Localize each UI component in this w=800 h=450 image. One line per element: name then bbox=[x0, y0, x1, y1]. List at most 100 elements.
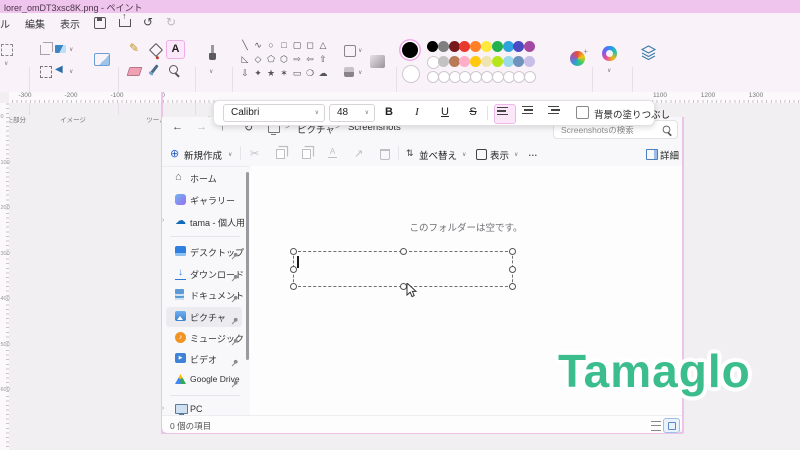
palette-color[interactable] bbox=[481, 41, 492, 52]
menu-view[interactable]: 表示 bbox=[60, 16, 80, 31]
palette-color[interactable] bbox=[492, 56, 503, 67]
font-family-select[interactable]: Calibri ∨ bbox=[223, 104, 325, 122]
menu-edit[interactable]: 編集 bbox=[25, 16, 45, 31]
rename-icon[interactable]: A bbox=[328, 148, 337, 158]
redo-icon[interactable]: ↻ bbox=[166, 15, 176, 29]
shape-button[interactable]: ○ bbox=[265, 39, 277, 51]
palette-empty-slot[interactable] bbox=[524, 71, 536, 83]
resize-handle[interactable] bbox=[290, 266, 297, 273]
menu-file[interactable]: ル bbox=[0, 16, 10, 31]
text-tool-button[interactable]: A bbox=[166, 40, 185, 59]
delete-icon[interactable] bbox=[380, 149, 390, 160]
sidebar-item-onedrive[interactable]: ›☁tama - 個人用 bbox=[166, 212, 242, 232]
view-button[interactable]: 表示 bbox=[490, 148, 509, 162]
palette-color[interactable] bbox=[470, 41, 481, 52]
italic-button[interactable]: I bbox=[408, 105, 426, 121]
more-button[interactable]: … bbox=[528, 148, 538, 159]
shape-button[interactable]: ✦ bbox=[252, 67, 264, 79]
sidebar-item-gallery[interactable]: ギャラリー bbox=[166, 190, 242, 210]
palette-color[interactable] bbox=[524, 56, 535, 67]
image-options-icon[interactable] bbox=[94, 53, 110, 66]
shape-button[interactable]: ✶ bbox=[278, 67, 290, 79]
palette-color[interactable] bbox=[470, 56, 481, 67]
expander-icon[interactable]: › bbox=[162, 405, 164, 412]
resize-icon[interactable] bbox=[55, 45, 66, 53]
shape-outline-dropdown-icon[interactable]: ∨ bbox=[358, 47, 362, 54]
shape-button[interactable]: ▢ bbox=[291, 39, 303, 51]
bg-fill-checkbox[interactable] bbox=[576, 106, 589, 119]
shape-button[interactable]: ╲ bbox=[239, 39, 251, 51]
shape-fill-icon[interactable] bbox=[344, 67, 354, 77]
eraser-icon[interactable] bbox=[127, 67, 143, 76]
sidebar-item-google-drive[interactable]: Google Drive bbox=[166, 370, 242, 390]
palette-empty-slot[interactable] bbox=[492, 71, 504, 83]
shape-button[interactable]: ⇧ bbox=[317, 53, 329, 65]
palette-color[interactable] bbox=[449, 56, 460, 67]
palette-color[interactable] bbox=[438, 56, 449, 67]
resize-handle[interactable] bbox=[400, 248, 407, 255]
new-dropdown-icon[interactable]: ∨ bbox=[228, 151, 232, 158]
font-size-select[interactable]: 48 ∨ bbox=[329, 104, 375, 122]
new-icon[interactable]: ⊕ bbox=[170, 147, 179, 160]
cut-icon[interactable]: ✂ bbox=[250, 147, 259, 160]
shape-button[interactable]: ▭ bbox=[291, 67, 303, 79]
edit-colors-icon[interactable] bbox=[570, 51, 585, 66]
forward-icon[interactable]: → bbox=[196, 121, 207, 133]
palette-color[interactable] bbox=[427, 41, 438, 52]
color1-swatch[interactable] bbox=[402, 42, 418, 58]
align-right-button[interactable] bbox=[546, 104, 566, 122]
selection-tool-icon[interactable] bbox=[1, 44, 13, 56]
flip-dropdown-icon[interactable]: ∨ bbox=[69, 68, 73, 75]
palette-color[interactable] bbox=[503, 41, 514, 52]
crop-icon[interactable] bbox=[40, 45, 50, 55]
palette-empty-slot[interactable] bbox=[438, 71, 450, 83]
flip-icon[interactable]: ◀ bbox=[55, 64, 63, 75]
align-center-button[interactable] bbox=[520, 104, 540, 122]
resize-handle[interactable] bbox=[509, 248, 516, 255]
shape-button[interactable]: ∿ bbox=[252, 39, 264, 51]
details-button[interactable]: 詳細 bbox=[660, 148, 679, 162]
palette-color[interactable] bbox=[449, 41, 460, 52]
shape-button[interactable]: ◻ bbox=[304, 39, 316, 51]
sidebar-item-videos[interactable]: ▶ビデオ bbox=[166, 349, 242, 369]
sidebar-item-downloads[interactable]: ↓ダウンロード bbox=[166, 264, 242, 284]
shape-button[interactable]: ⇩ bbox=[239, 67, 251, 79]
copilot-icon[interactable] bbox=[602, 46, 617, 61]
palette-color[interactable] bbox=[481, 56, 492, 67]
sidebar-item-home[interactable]: ⌂ホーム bbox=[166, 168, 242, 188]
sidebar-scrollbar[interactable] bbox=[246, 172, 249, 360]
shape-button[interactable]: ◺ bbox=[239, 53, 251, 65]
shape-fill-dropdown-icon[interactable]: ∨ bbox=[358, 69, 362, 76]
select-icon[interactable] bbox=[40, 66, 52, 78]
resize-handle[interactable] bbox=[290, 283, 297, 290]
share-file-icon[interactable]: ↗ bbox=[354, 147, 363, 160]
palette-color[interactable] bbox=[524, 41, 535, 52]
shape-button[interactable]: ⬠ bbox=[265, 53, 277, 65]
palette-color[interactable] bbox=[459, 41, 470, 52]
palette-color[interactable] bbox=[503, 56, 514, 67]
shape-button[interactable]: ★ bbox=[265, 67, 277, 79]
palette-color[interactable] bbox=[459, 56, 470, 67]
color2-swatch[interactable] bbox=[402, 65, 420, 83]
shape-button[interactable]: □ bbox=[278, 39, 290, 51]
shape-button[interactable]: ◇ bbox=[252, 53, 264, 65]
bold-button[interactable]: B bbox=[380, 105, 398, 121]
sort-button[interactable]: 並べ替え bbox=[419, 148, 457, 162]
palette-color[interactable] bbox=[513, 41, 524, 52]
resize-dropdown-icon[interactable]: ∨ bbox=[69, 46, 73, 53]
layers-icon[interactable] bbox=[640, 45, 657, 66]
resize-handle[interactable] bbox=[509, 283, 516, 290]
new-button[interactable]: 新規作成 bbox=[184, 148, 222, 162]
eyedropper-icon[interactable] bbox=[150, 64, 158, 73]
shape-style-icon[interactable] bbox=[370, 55, 385, 68]
sort-dropdown-icon[interactable]: ∨ bbox=[462, 151, 466, 158]
copy-icon[interactable] bbox=[276, 149, 285, 159]
text-selection-box[interactable] bbox=[293, 251, 513, 287]
strikethrough-button[interactable]: S bbox=[464, 105, 482, 121]
brush-icon[interactable] bbox=[209, 53, 216, 60]
palette-color[interactable] bbox=[438, 41, 449, 52]
fill-icon[interactable] bbox=[149, 43, 163, 57]
sidebar-item-music[interactable]: ♪ミュージック bbox=[166, 328, 242, 348]
share-icon[interactable] bbox=[119, 19, 131, 27]
sidebar-item-documents[interactable]: ドキュメント bbox=[166, 285, 242, 305]
